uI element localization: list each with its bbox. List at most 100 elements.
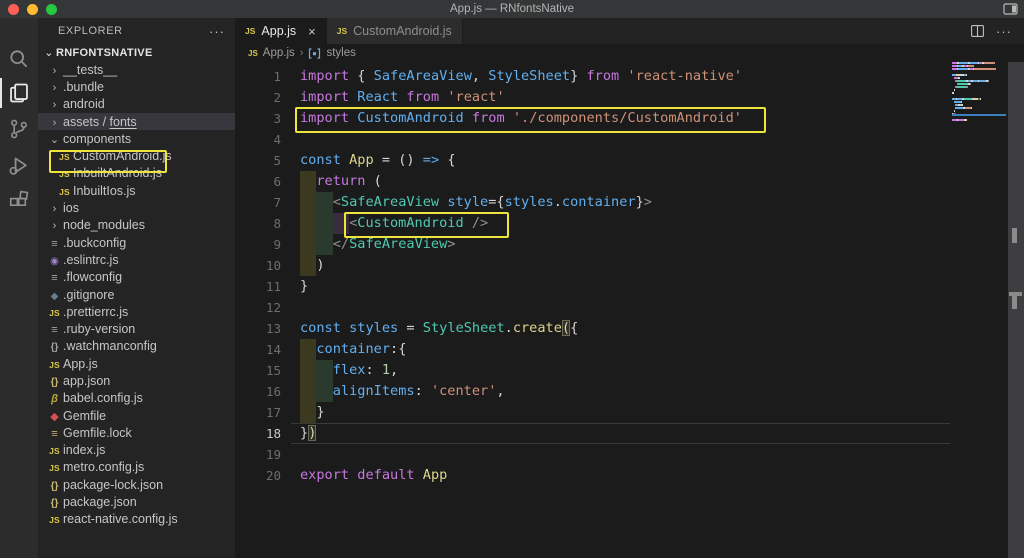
explorer-more-actions-icon[interactable]: ··· <box>209 24 225 39</box>
tree-item-package-lock.json[interactable]: {} package-lock.json <box>38 476 235 493</box>
breadcrumb-file[interactable]: App.js <box>263 47 295 59</box>
tree-item-react-native.config.js[interactable]: JS react-native.config.js <box>38 511 235 528</box>
json-file-icon: {} <box>50 480 59 492</box>
activity-bar-search-icon[interactable] <box>0 42 38 76</box>
tree-item-.gitignore[interactable]: ◆ .gitignore <box>38 286 235 303</box>
line-text: ) <box>291 255 950 276</box>
code-line-17[interactable]: 17} <box>235 402 950 423</box>
activity-bar-run-and-debug-icon[interactable] <box>0 149 38 183</box>
explorer-header[interactable]: EXPLORER ··· <box>38 18 235 44</box>
tree-item-.ruby-version[interactable]: ≡ .ruby-version <box>38 320 235 337</box>
code-line-16[interactable]: 16 alignItems: 'center', <box>235 381 950 402</box>
code-line-5[interactable]: 5 const App = () => { <box>235 150 950 171</box>
minimap-line <box>952 62 1006 64</box>
editor-scrollbar[interactable] <box>1008 62 1024 558</box>
tree-item-.buckconfig[interactable]: ≡ .buckconfig <box>38 234 235 251</box>
tree-item-components[interactable]: ⌄ components <box>38 130 235 147</box>
code-line-3[interactable]: 3 import CustomAndroid from './components… <box>235 108 950 129</box>
code-line-10[interactable]: 10) <box>235 255 950 276</box>
minimap-line <box>952 86 1006 88</box>
tree-item-babel.config.js[interactable]: β babel.config.js <box>38 390 235 407</box>
chevron-right-icon: › <box>52 81 57 94</box>
tree-item-.eslintrc.js[interactable]: ◉ .eslintrc.js <box>38 251 235 268</box>
code-line-20[interactable]: 20 export default App <box>235 465 950 486</box>
tree-item-node_modules[interactable]: › node_modules <box>38 217 235 234</box>
tree-root-folder[interactable]: ⌄ RNFONTSNATIVE <box>38 44 235 61</box>
tab-CustomAndroid.js[interactable]: JS CustomAndroid.js <box>326 18 463 44</box>
activity-bar-extensions-icon[interactable] <box>0 183 38 217</box>
code-line-4[interactable]: 4 <box>235 129 950 150</box>
tree-item-package.json[interactable]: {} package.json <box>38 493 235 510</box>
tree-item-Gemfile[interactable]: ◆ Gemfile <box>38 407 235 424</box>
tree-item-ios[interactable]: › ios <box>38 199 235 216</box>
indent-guide-block <box>300 339 317 360</box>
code-line-11[interactable]: 11} <box>235 276 950 297</box>
line-text: container:{ <box>291 339 950 360</box>
tree-item-metro.config.js[interactable]: JS metro.config.js <box>38 459 235 476</box>
code-line-15[interactable]: 15 flex: 1, <box>235 360 950 381</box>
editor-code-area[interactable]: 1 import { SafeAreaView, StyleSheet} from… <box>235 62 950 558</box>
tree-item-__tests__[interactable]: › __tests__ <box>38 61 235 78</box>
code-line-9[interactable]: 9 </SafeAreaView> <box>235 234 950 255</box>
line-number: 18 <box>265 426 281 441</box>
minimap-line <box>952 83 1006 85</box>
tab-App.js[interactable]: JS App.js × <box>235 18 327 44</box>
minimap-line <box>952 77 1006 79</box>
minimap[interactable] <box>952 62 1006 558</box>
tree-item-App.js[interactable]: JS App.js <box>38 355 235 372</box>
tree-item-Gemfile.lock[interactable]: ≡ Gemfile.lock <box>38 424 235 441</box>
tree-item-app.json[interactable]: {} app.json <box>38 372 235 389</box>
line-text: import React from 'react' <box>300 89 505 105</box>
line-text: } <box>291 402 950 423</box>
customize-layout-icon[interactable] <box>1003 3 1018 15</box>
tree-item-.prettierrc.js[interactable]: JS .prettierrc.js <box>38 303 235 320</box>
tree-item-android[interactable]: › android <box>38 96 235 113</box>
tree-item-.bundle[interactable]: › .bundle <box>38 78 235 95</box>
breadcrumb-symbol[interactable]: styles <box>326 47 355 59</box>
tree-item-label: InbuiltAndroid.js <box>73 166 162 181</box>
js-file-icon: JS <box>59 186 70 197</box>
tree-item-InbuiltAndroid.js[interactable]: JS InbuiltAndroid.js <box>38 165 235 182</box>
tree-item-assetsfonts[interactable]: › assets / fonts <box>38 112 235 131</box>
indent-guide-block <box>316 381 333 402</box>
code-line-1[interactable]: 1 import { SafeAreaView, StyleSheet} from… <box>235 66 950 87</box>
chevron-down-icon: ⌄ <box>44 47 54 59</box>
window-title: App.js — RNfontsNative <box>450 3 574 15</box>
code-line-2[interactable]: 2 import React from 'react' <box>235 87 950 108</box>
eslint-icon: ◉ <box>50 255 59 267</box>
tree-item-InbuiltIos.js[interactable]: JS InbuiltIos.js <box>38 182 235 199</box>
json-file-icon: {} <box>50 376 59 388</box>
indent-guide-block <box>300 381 317 402</box>
code-line-19[interactable]: 19 <box>235 444 950 465</box>
chevron-right-icon: › <box>52 116 57 129</box>
tree-item-.watchmanconfig[interactable]: {} .watchmanconfig <box>38 338 235 355</box>
tree-item-label: babel.config.js <box>63 391 143 406</box>
symbol-variable-icon <box>308 47 321 59</box>
more-actions-icon[interactable]: ··· <box>996 24 1012 39</box>
tree-item-CustomAndroid.js[interactable]: JS CustomAndroid.js <box>38 147 235 164</box>
tree-item-label: __tests__ <box>63 62 118 77</box>
code-line-8[interactable]: 8 <CustomAndroid /> <box>235 213 950 234</box>
minimap-line <box>952 92 1006 94</box>
split-editor-icon[interactable] <box>971 25 984 37</box>
js-file-icon: JS <box>59 152 70 163</box>
js-file-icon: JS <box>59 169 70 180</box>
code-line-18[interactable]: 18}) <box>235 423 950 444</box>
indent-guide-block <box>300 234 317 255</box>
tree-item-.flowconfig[interactable]: ≡ .flowconfig <box>38 269 235 286</box>
indent-guide-block <box>300 402 317 423</box>
close-icon[interactable]: × <box>308 24 316 39</box>
activity-bar-explorer-icon[interactable] <box>0 76 38 110</box>
line-number: 1 <box>273 69 281 84</box>
tab-bar: JS App.js × JS CustomAndroid.js ··· <box>235 18 1024 44</box>
code-line-13[interactable]: 13 const styles = StyleSheet.create({ <box>235 318 950 339</box>
title-bar: App.js — RNfontsNative <box>0 0 1024 18</box>
code-line-7[interactable]: 7 <SafeAreaView style={styles.container}> <box>235 192 950 213</box>
code-line-12[interactable]: 12 <box>235 297 950 318</box>
tree-item-index.js[interactable]: JS index.js <box>38 442 235 459</box>
minimap-line <box>952 65 1006 67</box>
code-line-14[interactable]: 14 container:{ <box>235 339 950 360</box>
code-line-6[interactable]: 6 return ( <box>235 171 950 192</box>
line-number: 10 <box>265 258 281 273</box>
activity-bar-source-control-icon[interactable] <box>0 112 38 146</box>
